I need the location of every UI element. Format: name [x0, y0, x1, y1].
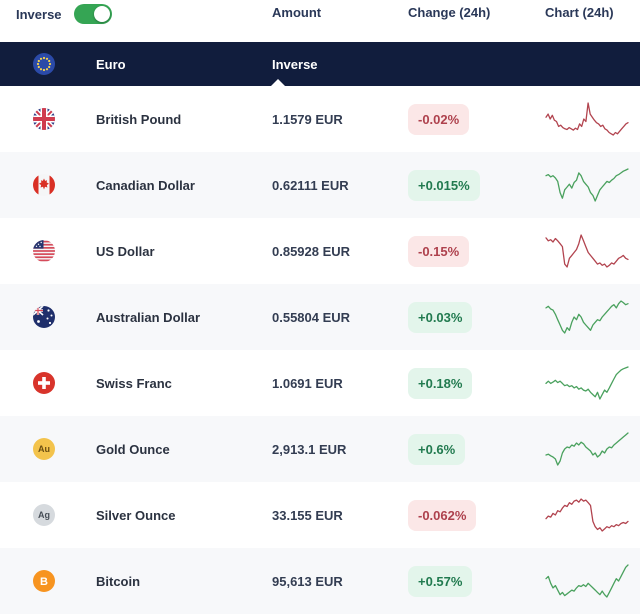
amount-value: 0.85928 EUR: [272, 243, 351, 259]
table-row[interactable]: Canadian Dollar 0.62111 EUR +0.015%: [0, 152, 640, 218]
amount-value: 1.1579 EUR: [272, 111, 343, 127]
change-badge: +0.03%: [408, 301, 473, 333]
silver-icon: Ag: [33, 504, 55, 526]
inverse-toggle-label: Inverse: [16, 6, 62, 22]
currency-table: British Pound 1.1579 EUR -0.02% Canadian…: [0, 86, 640, 614]
sparkline-chart: [545, 366, 629, 400]
gold-icon: Au: [33, 438, 55, 460]
currency-name: Silver Ounce: [96, 507, 176, 523]
amount-value: 0.55804 EUR: [272, 309, 351, 325]
column-header-change: Change (24h): [408, 5, 491, 20]
inverse-toggle-group: Inverse: [0, 4, 272, 24]
change-badge: -0.062%: [408, 499, 477, 531]
btc-icon: B: [33, 570, 55, 592]
eu-flag-icon: [33, 53, 55, 75]
amount-value: 95,613 EUR: [272, 573, 343, 589]
au-flag-icon: [33, 306, 55, 328]
sparkline-chart: [545, 432, 629, 466]
base-currency-name: Euro: [96, 56, 126, 72]
amount-value: 0.62111 EUR: [272, 177, 349, 193]
sparkline-chart: [545, 168, 629, 202]
change-badge: -0.15%: [408, 235, 470, 267]
pointer-notch: [271, 79, 285, 86]
change-badge: +0.57%: [408, 565, 473, 597]
ca-flag-icon: [33, 174, 55, 196]
svg-text:Ag: Ag: [38, 510, 50, 520]
change-badge: +0.6%: [408, 433, 466, 465]
currency-name: US Dollar: [96, 243, 155, 259]
table-row[interactable]: British Pound 1.1579 EUR -0.02%: [0, 86, 640, 152]
table-row[interactable]: B Bitcoin 95,613 EUR +0.57%: [0, 548, 640, 614]
inverse-column-label: Inverse: [272, 56, 318, 72]
change-badge: +0.015%: [408, 169, 480, 201]
toggle-knob: [93, 6, 110, 22]
table-row[interactable]: Australian Dollar 0.55804 EUR +0.03%: [0, 284, 640, 350]
amount-value: 33.155 EUR: [272, 507, 343, 523]
table-row[interactable]: Au Gold Ounce 2,913.1 EUR +0.6%: [0, 416, 640, 482]
table-row[interactable]: US Dollar 0.85928 EUR -0.15%: [0, 218, 640, 284]
currency-name: Canadian Dollar: [96, 177, 195, 193]
amount-value: 1.0691 EUR: [272, 375, 343, 391]
sparkline-chart: [545, 102, 629, 136]
change-badge: +0.18%: [408, 367, 473, 399]
inverse-toggle-switch[interactable]: [73, 4, 112, 24]
sparkline-chart: [545, 564, 629, 598]
currency-name: British Pound: [96, 111, 182, 127]
sparkline-chart: [545, 498, 629, 532]
us-flag-icon: [33, 240, 55, 262]
amount-value: 2,913.1 EUR: [272, 441, 347, 457]
currency-name: Swiss Franc: [96, 375, 172, 391]
sparkline-chart: [545, 300, 629, 334]
table-row[interactable]: Ag Silver Ounce 33.155 EUR -0.062%: [0, 482, 640, 548]
change-badge: -0.02%: [408, 103, 470, 135]
ch-flag-icon: [33, 372, 55, 394]
gb-flag-icon: [33, 108, 55, 130]
column-header-amount: Amount: [272, 5, 322, 20]
currency-name: Australian Dollar: [96, 309, 201, 325]
table-row[interactable]: Swiss Franc 1.0691 EUR +0.18%: [0, 350, 640, 416]
table-toolbar: Inverse Amount Change (24h) Chart (24h): [0, 0, 640, 42]
column-header-chart: Chart (24h): [545, 5, 614, 20]
svg-text:B: B: [40, 576, 48, 588]
base-currency-header: Euro Inverse: [0, 42, 640, 86]
sparkline-chart: [545, 234, 629, 268]
currency-name: Bitcoin: [96, 573, 141, 589]
currency-name: Gold Ounce: [96, 441, 170, 457]
svg-text:Au: Au: [38, 444, 50, 454]
